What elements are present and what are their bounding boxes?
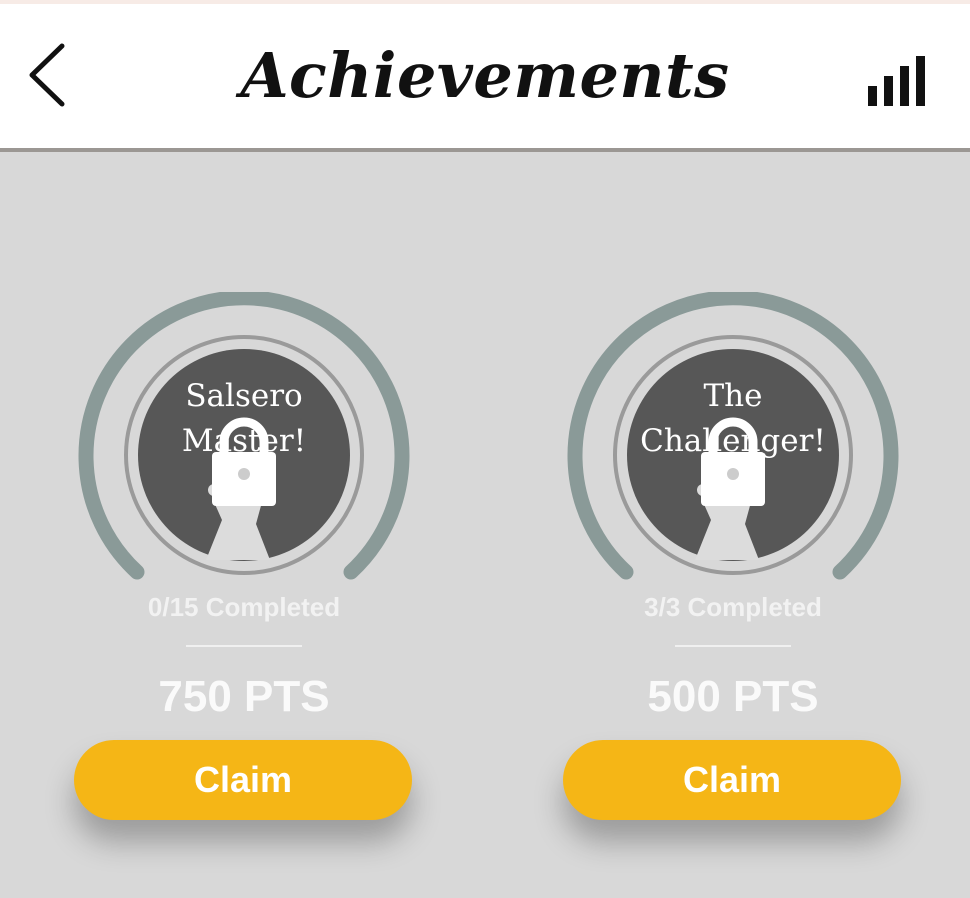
achievement-card: The Challenger! 3/3 Completed 500 PTS Cl… — [563, 152, 903, 898]
badge-title-line-2: Master! — [181, 423, 307, 459]
progress-label: 3/3 Completed — [644, 592, 822, 622]
progress-label: 0/15 Completed — [147, 592, 341, 622]
leaderboard-button[interactable] — [866, 52, 936, 108]
badge-title-line-1: Salsero — [185, 378, 303, 414]
claim-button[interactable]: Claim — [563, 740, 901, 820]
achievement-card: Salsero Master! 0/15 Completed 750 PTS C… — [74, 152, 414, 898]
bar-chart-icon — [868, 56, 925, 106]
divider — [186, 645, 302, 647]
achievements-grid: Salsero Master! 0/15 Completed 750 PTS C… — [0, 152, 970, 898]
badge-title-line-1: The — [703, 378, 763, 414]
badge-title-line-2: Challenger! — [640, 423, 826, 459]
page-title: Achievements — [240, 39, 730, 112]
points-value: 500 PTS — [647, 672, 819, 721]
divider — [675, 645, 791, 647]
claim-button[interactable]: Claim — [74, 740, 412, 820]
points-value: 750 PTS — [158, 672, 330, 721]
app-header: Achievements — [0, 4, 970, 152]
